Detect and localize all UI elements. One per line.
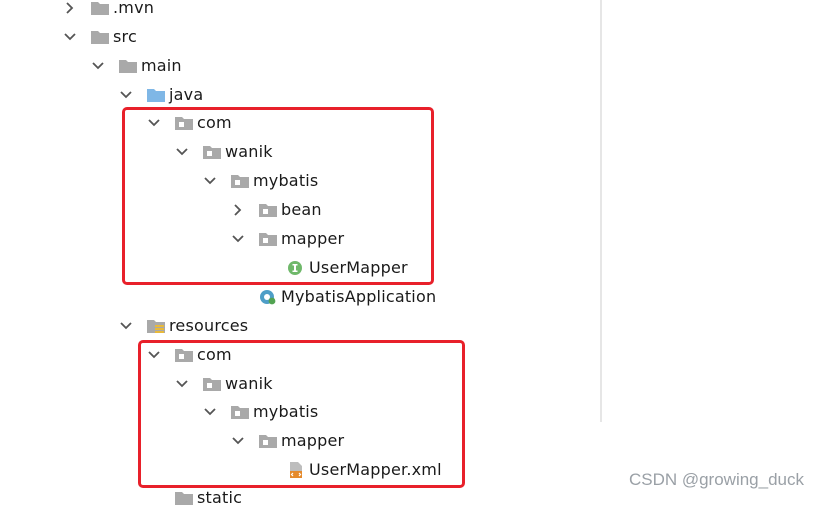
chevron-down-icon[interactable] [118, 318, 134, 334]
tree-item-mvn[interactable]: .mvn [62, 0, 154, 22]
tree-item-mapper[interactable]: mapper [230, 426, 344, 455]
tree-item-label: java [169, 85, 204, 104]
tree-item-label: wanik [225, 142, 273, 161]
folder-icon [90, 29, 110, 45]
package-icon [174, 115, 194, 131]
tree-item-label: mapper [281, 431, 345, 450]
folder-icon [118, 58, 138, 74]
chevron-down-icon[interactable] [174, 376, 190, 392]
package-icon [174, 347, 194, 363]
watermark: CSDN @growing_duck [628, 470, 804, 489]
chevron-down-icon[interactable] [230, 231, 246, 247]
tree-item-label: resources [169, 316, 249, 335]
chevron-down-icon[interactable] [202, 173, 218, 189]
tree-item-label: com [197, 113, 232, 132]
chevron-down-icon[interactable] [202, 404, 218, 420]
tree-item-usermapper-xml[interactable]: UserMapper.xml [258, 455, 442, 484]
tree-item-bean[interactable]: bean [230, 195, 322, 224]
tree-item-label: bean [281, 200, 322, 219]
panel-divider [600, 0, 602, 422]
chevron-down-icon[interactable] [230, 433, 246, 449]
resources-folder-icon [146, 318, 166, 334]
tree-item-com[interactable]: com [146, 108, 232, 137]
chevron-down-icon[interactable] [146, 347, 162, 363]
tree-item-resources[interactable]: resources [118, 311, 248, 340]
spring-boot-class-icon [258, 289, 278, 305]
chevron-down-icon[interactable] [90, 58, 106, 74]
package-icon [258, 231, 278, 247]
chevron-right-icon[interactable] [62, 0, 78, 16]
chevron-down-icon[interactable] [146, 115, 162, 131]
tree-item-label: .mvn [113, 0, 155, 17]
chevron-down-icon[interactable] [118, 87, 134, 103]
chevron-right-icon[interactable] [230, 202, 246, 218]
xml-file-icon [286, 461, 306, 478]
interface-icon [286, 260, 306, 276]
tree-item-main[interactable]: main [90, 51, 182, 80]
package-icon [230, 173, 250, 189]
package-icon [202, 376, 222, 392]
package-icon [230, 404, 250, 420]
tree-item-label: mybatis [253, 402, 319, 421]
tree-item-label: wanik [225, 374, 273, 393]
tree-item-label: main [141, 56, 182, 75]
tree-item-label: UserMapper [309, 258, 408, 277]
tree-item-label: MybatisApplication [281, 287, 437, 306]
tree-item-wanik[interactable]: wanik [174, 369, 273, 398]
project-tree: .mvn src main java com wanik mybatis bean mapper… [0, 0, 600, 507]
tree-item-label: com [197, 345, 232, 364]
tree-item-mybatis[interactable]: mybatis [202, 166, 318, 195]
tree-item-wanik[interactable]: wanik [174, 137, 273, 166]
package-icon [202, 144, 222, 160]
tree-item-label: src [113, 27, 137, 46]
tree-item-label: UserMapper.xml [309, 460, 442, 479]
chevron-down-icon[interactable] [62, 29, 78, 45]
tree-item-label: mapper [281, 229, 345, 248]
tree-item-mybatisapplication[interactable]: MybatisApplication [230, 282, 436, 311]
tree-item-mybatis[interactable]: mybatis [202, 397, 318, 426]
folder-icon [90, 0, 110, 16]
package-icon [258, 433, 278, 449]
package-icon [258, 202, 278, 218]
tree-item-usermapper[interactable]: UserMapper [258, 253, 408, 282]
tree-item-com[interactable]: com [146, 340, 232, 369]
tree-item-label: mybatis [253, 171, 319, 190]
chevron-down-icon[interactable] [174, 144, 190, 160]
tree-item-mapper[interactable]: mapper [230, 224, 344, 253]
tree-item-src[interactable]: src [62, 22, 137, 51]
tree-item-java[interactable]: java [118, 80, 203, 109]
source-folder-icon [146, 87, 166, 103]
